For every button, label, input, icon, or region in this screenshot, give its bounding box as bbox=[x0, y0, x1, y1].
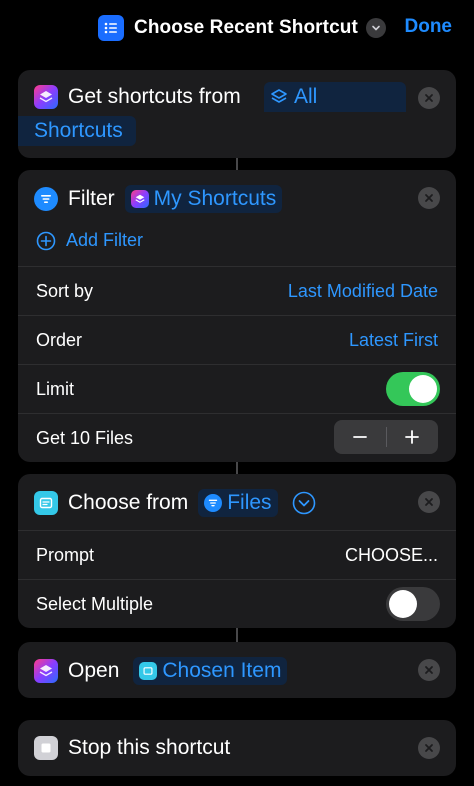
order-value[interactable]: Latest First bbox=[349, 330, 438, 351]
prompt-row[interactable]: Prompt CHOOSE... bbox=[18, 530, 456, 579]
token-shortcuts: Shortcuts bbox=[34, 119, 123, 142]
flow-connector bbox=[236, 462, 238, 474]
flow-connector bbox=[236, 158, 238, 170]
chosen-item-token[interactable]: Chosen Item bbox=[133, 657, 288, 685]
stop-icon bbox=[34, 736, 58, 760]
select-multiple-toggle[interactable] bbox=[386, 587, 440, 621]
decrement-button[interactable] bbox=[334, 420, 386, 454]
increment-button[interactable] bbox=[386, 420, 438, 454]
close-icon[interactable] bbox=[418, 187, 440, 209]
token-my-shortcuts: My Shortcuts bbox=[153, 187, 277, 210]
select-multiple-row: Select Multiple bbox=[18, 579, 456, 628]
page-title: Choose Recent Shortcut bbox=[134, 17, 358, 38]
token-all: All bbox=[294, 85, 318, 108]
choose-from-label: Choose from bbox=[68, 491, 189, 514]
shortcuts-app-icon bbox=[34, 659, 58, 683]
choose-from-action: Choose from Files Prompt CHOOSE... Selec… bbox=[18, 474, 456, 628]
sort-by-value[interactable]: Last Modified Date bbox=[288, 281, 438, 302]
token-chosen-item: Chosen Item bbox=[162, 659, 282, 682]
minus-icon bbox=[353, 436, 367, 438]
flow-connector bbox=[236, 628, 238, 642]
close-icon[interactable] bbox=[418, 491, 440, 513]
expand-chevron-icon[interactable] bbox=[292, 491, 316, 515]
get-count-row: Get 10 Files bbox=[18, 413, 456, 462]
order-label: Order bbox=[36, 330, 83, 350]
limit-toggle[interactable] bbox=[386, 372, 440, 406]
stop-label: Stop this shortcut bbox=[68, 736, 231, 759]
get-shortcuts-label: Get shortcuts from bbox=[68, 85, 241, 108]
order-row[interactable]: Order Latest First bbox=[18, 315, 456, 364]
toggle-knob bbox=[409, 375, 437, 403]
files-app-icon bbox=[139, 662, 158, 680]
shortcuts-app-icon bbox=[34, 85, 58, 109]
chevron-down-icon[interactable] bbox=[365, 18, 386, 38]
all-shortcuts-token-cont[interactable]: Shortcuts bbox=[18, 116, 136, 146]
add-filter-label: Add Filter bbox=[66, 230, 144, 250]
plus-circle-icon bbox=[36, 231, 56, 250]
top-bar: Choose Recent Shortcut Done bbox=[0, 0, 474, 56]
done-button[interactable]: Done bbox=[405, 16, 453, 38]
all-shortcuts-token[interactable]: All bbox=[264, 82, 406, 112]
get-shortcuts-action: Get shortcuts from All Shortcuts bbox=[18, 70, 456, 158]
files-token[interactable]: Files bbox=[198, 489, 278, 517]
close-icon[interactable] bbox=[418, 659, 440, 681]
toggle-knob bbox=[389, 590, 417, 618]
close-icon[interactable] bbox=[418, 87, 440, 109]
open-label: Open bbox=[68, 659, 120, 682]
shortcut-title-menu[interactable]: Choose Recent Shortcut bbox=[98, 14, 386, 42]
prompt-value[interactable]: CHOOSE... bbox=[345, 545, 438, 566]
plus-icon bbox=[405, 430, 419, 444]
open-action: Open Chosen Item bbox=[18, 642, 456, 698]
token-files: Files bbox=[227, 491, 272, 514]
filter-action: Filter My Shortcuts Add Filter Sort by L… bbox=[18, 170, 456, 462]
limit-row: Limit bbox=[18, 364, 456, 413]
files-app-icon bbox=[34, 491, 58, 515]
list-icon bbox=[98, 15, 124, 41]
filter-label: Filter bbox=[68, 187, 115, 210]
filter-icon bbox=[204, 494, 223, 512]
shortcuts-app-icon bbox=[130, 190, 149, 208]
sort-by-row[interactable]: Sort by Last Modified Date bbox=[18, 266, 456, 315]
limit-stepper bbox=[334, 420, 438, 454]
my-shortcuts-token[interactable]: My Shortcuts bbox=[124, 185, 283, 213]
layers-icon bbox=[271, 89, 287, 103]
select-multiple-label: Select Multiple bbox=[36, 594, 154, 614]
sort-by-label: Sort by bbox=[36, 281, 94, 301]
prompt-label: Prompt bbox=[36, 545, 95, 565]
filter-icon bbox=[34, 187, 58, 211]
stop-action: Stop this shortcut bbox=[18, 720, 456, 776]
close-icon[interactable] bbox=[418, 737, 440, 759]
limit-label: Limit bbox=[36, 379, 75, 399]
add-filter-button[interactable]: Add Filter bbox=[36, 230, 143, 251]
get-count-label: Get 10 Files bbox=[36, 428, 134, 448]
